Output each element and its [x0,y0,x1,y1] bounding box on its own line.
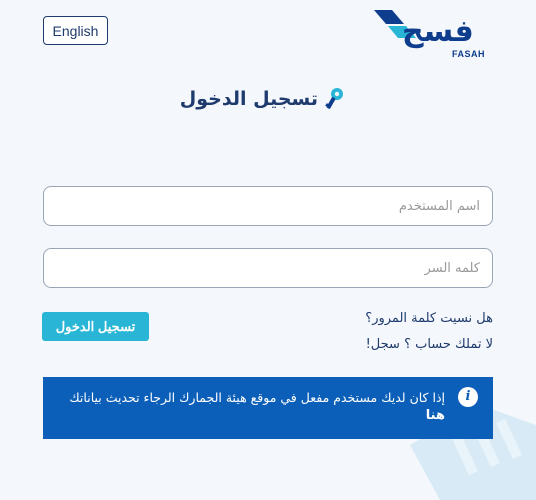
login-button[interactable]: تسجيل الدخول [42,312,149,341]
register-link[interactable]: سجل! [366,337,400,352]
language-toggle-button[interactable]: English [43,16,108,45]
logo-text: فسح [402,14,475,49]
info-message: إذا كان لديك مستخدم مفعل في موقع هيئة ال… [69,390,445,405]
key-icon [325,88,343,109]
page-title-text: تسجيل الدخول [179,88,318,110]
forgot-password-link[interactable]: هل نسيت كلمة المرور؟ [365,311,493,326]
username-input[interactable] [43,186,493,226]
no-account-text: لا تملك حساب ؟ [404,337,493,352]
info-icon: i [458,387,478,407]
page-title: تسجيل الدخول [180,87,346,111]
no-account-row: لا تملك حساب ؟ سجل! [366,337,493,352]
logo-subtitle: FASAH [452,49,486,59]
info-banner: i إذا كان لديك مستخدم مفعل في موقع هيئة … [43,377,493,439]
password-input[interactable] [43,248,493,288]
info-here-link[interactable]: هنا [426,408,445,423]
